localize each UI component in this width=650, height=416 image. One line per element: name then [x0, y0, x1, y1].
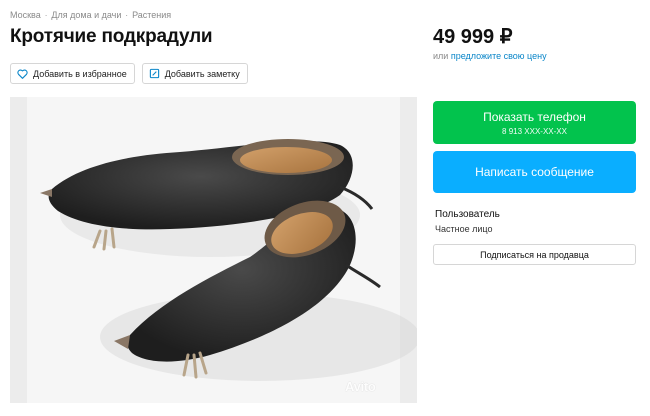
heart-icon	[17, 68, 28, 79]
breadcrumb-separator: ·	[125, 10, 129, 20]
breadcrumb-item-subcategory[interactable]: Растения	[132, 10, 171, 20]
avito-watermark: Avito	[345, 379, 376, 394]
listing-photo[interactable]: Avito	[10, 97, 417, 403]
subscribe-seller-button[interactable]: Подписаться на продавца	[433, 244, 636, 265]
show-phone-button[interactable]: Показать телефон 8 913 XXX-XX-XX	[433, 101, 636, 144]
mole-slippers-image	[40, 139, 417, 381]
listing-price: 49 999 ₽	[433, 26, 513, 48]
send-message-label: Написать сообщение	[475, 165, 594, 179]
subscribe-seller-label: Подписаться на продавца	[480, 249, 589, 260]
seller-type: Частное лицо	[435, 224, 493, 234]
listing-title: Кротячие подкрадули	[10, 26, 213, 47]
suggest-price-link[interactable]: предложите свою цену	[451, 51, 547, 61]
send-message-button[interactable]: Написать сообщение	[433, 151, 636, 193]
breadcrumb-separator: ·	[44, 10, 48, 20]
seller-name[interactable]: Пользователь	[435, 209, 500, 220]
breadcrumb: Москва · Для дома и дачи · Растения	[10, 10, 171, 20]
add-to-favorites-label: Добавить в избранное	[33, 68, 127, 79]
add-note-button[interactable]: Добавить заметку	[141, 63, 248, 84]
add-to-favorites-button[interactable]: Добавить в избранное	[10, 63, 135, 84]
breadcrumb-item-category[interactable]: Для дома и дачи	[51, 10, 121, 20]
masked-phone-number: 8 913 XXX-XX-XX	[502, 126, 567, 136]
listing-actions: Добавить в избранное Добавить заметку	[10, 63, 248, 84]
note-icon	[149, 68, 159, 79]
offer-prefix: или	[433, 51, 449, 61]
breadcrumb-item-city[interactable]: Москва	[10, 10, 41, 20]
show-phone-label: Показать телефон	[483, 109, 586, 124]
price-offer: или предложите свою цену	[433, 51, 547, 61]
add-note-label: Добавить заметку	[164, 68, 240, 79]
